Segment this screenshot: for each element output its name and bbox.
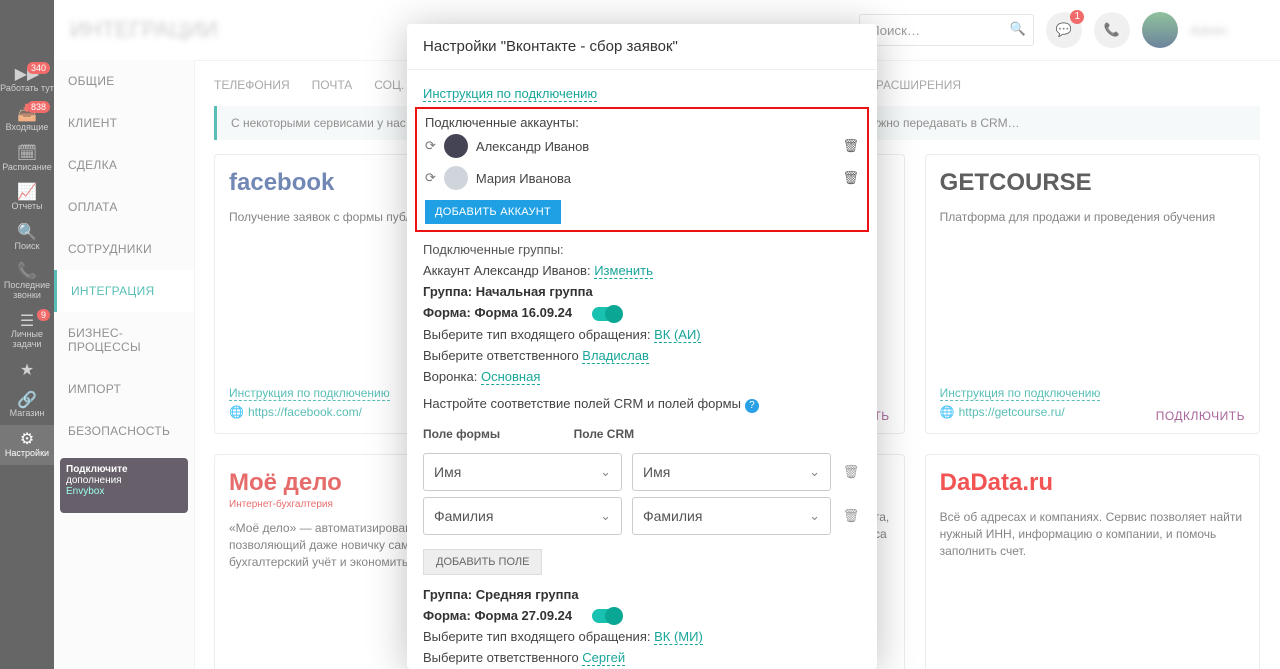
field-map-row: Фамилия⌄ Фамилия⌄ 🗑 xyxy=(423,497,861,535)
modal-title: Настройки "Вконтакте - сбор заявок" xyxy=(407,24,877,70)
funnel-link[interactable]: Основная xyxy=(481,369,540,385)
incoming-type2-link[interactable]: ВК (МИ) xyxy=(654,629,703,645)
vk-settings-modal: Настройки "Вконтакте - сбор заявок" Инст… xyxy=(407,24,877,669)
help-icon[interactable]: ? xyxy=(745,399,759,413)
responsible2-link[interactable]: Сергей xyxy=(582,650,625,666)
form-field-select[interactable]: Фамилия⌄ xyxy=(423,497,622,535)
account-avatar xyxy=(444,166,468,190)
delete-account-icon[interactable]: 🗑 xyxy=(842,170,859,186)
crm-field-select[interactable]: Имя⌄ xyxy=(632,453,831,491)
sync-icon[interactable]: ⟳ xyxy=(425,170,436,186)
incoming-type-link[interactable]: ВК (АИ) xyxy=(654,327,701,343)
account-row: ⟳ Александр Иванов 🗑 xyxy=(425,130,859,162)
accounts-label: Подключенные аккаунты: xyxy=(425,115,859,130)
delete-row-icon[interactable]: 🗑 xyxy=(841,464,861,480)
responsible-link[interactable]: Владислав xyxy=(582,348,649,364)
add-account-button[interactable]: ДОБАВИТЬ АККАУНТ xyxy=(425,200,561,224)
form-field-select[interactable]: Имя⌄ xyxy=(423,453,622,491)
form2-toggle[interactable] xyxy=(592,609,622,623)
field-map-row: Имя⌄ Имя⌄ 🗑 xyxy=(423,453,861,491)
delete-row-icon[interactable]: 🗑 xyxy=(841,508,861,524)
groups-label: Подключенные группы: xyxy=(423,242,861,257)
instruction-link[interactable]: Инструкция по подключению xyxy=(423,86,597,102)
chevron-down-icon: ⌄ xyxy=(600,464,611,480)
delete-account-icon[interactable]: 🗑 xyxy=(842,138,859,154)
crm-field-select[interactable]: Фамилия⌄ xyxy=(632,497,831,535)
add-field-button[interactable]: ДОБАВИТЬ ПОЛЕ xyxy=(423,549,542,575)
account-row: ⟳ Мария Иванова 🗑 xyxy=(425,162,859,194)
account-name: Александр Иванов xyxy=(476,139,835,154)
chevron-down-icon: ⌄ xyxy=(809,464,820,480)
change-account-link[interactable]: Изменить xyxy=(594,263,653,279)
form1-toggle[interactable] xyxy=(592,307,622,321)
sync-icon[interactable]: ⟳ xyxy=(425,138,436,154)
account-name: Мария Иванова xyxy=(476,171,835,186)
accounts-highlight: Подключенные аккаунты: ⟳ Александр Иванов… xyxy=(415,107,869,232)
chevron-down-icon: ⌄ xyxy=(600,508,611,524)
chevron-down-icon: ⌄ xyxy=(809,508,820,524)
account-avatar xyxy=(444,134,468,158)
